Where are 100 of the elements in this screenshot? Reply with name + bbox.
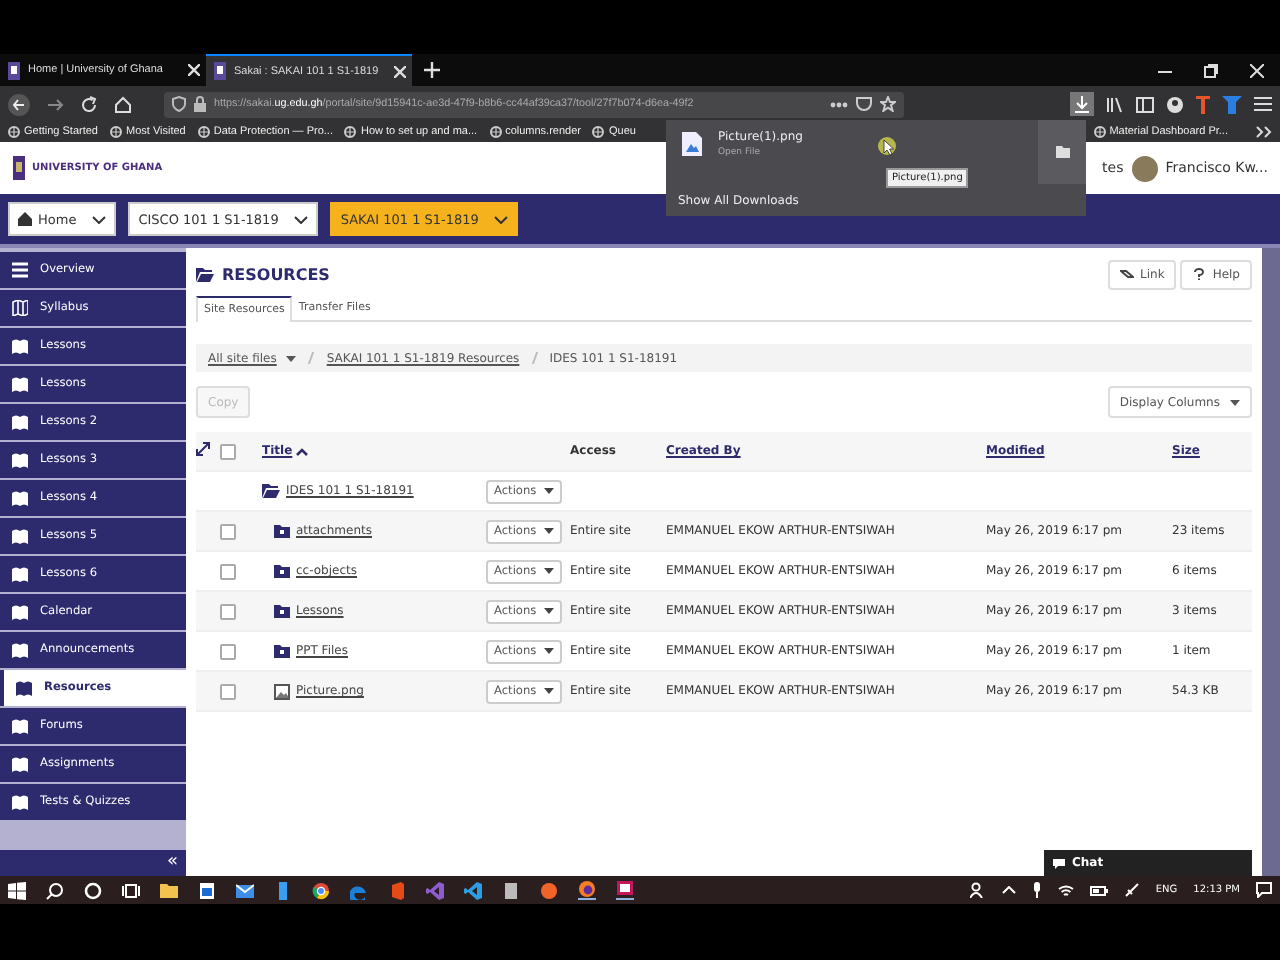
extension-icon[interactable]	[1196, 95, 1210, 113]
reload-icon[interactable]	[80, 95, 98, 113]
home-icon	[18, 212, 32, 226]
favicon-icon	[6, 61, 22, 79]
chevron-icon[interactable]	[1256, 126, 1272, 138]
close-icon[interactable]	[1250, 63, 1264, 77]
pocket-icon[interactable]	[856, 96, 872, 112]
task-view-icon[interactable]	[122, 881, 140, 899]
back-icon[interactable]	[8, 93, 30, 115]
row-checkbox[interactable]	[220, 523, 236, 539]
row-checkbox[interactable]	[220, 563, 236, 579]
folder-icon[interactable]	[160, 881, 178, 899]
more-icon[interactable]	[830, 101, 848, 107]
caret-icon	[544, 568, 555, 574]
wifi-icon[interactable]	[1057, 883, 1074, 897]
firefox-icon[interactable]	[578, 880, 596, 900]
tool-icon	[12, 300, 28, 316]
globe-icon	[8, 126, 20, 138]
tool-icon	[12, 642, 28, 658]
account-icon[interactable]	[1166, 95, 1184, 113]
menu-icon[interactable]	[1254, 96, 1272, 112]
scrollbar[interactable]	[1262, 248, 1280, 876]
ball-icon[interactable]	[540, 881, 558, 899]
caret-icon	[544, 688, 555, 694]
sidebar-icon[interactable]	[1136, 95, 1154, 113]
extension-icon[interactable]	[1222, 95, 1242, 113]
office-icon[interactable]	[388, 881, 406, 899]
globe-icon	[197, 126, 210, 138]
close-icon[interactable]	[188, 64, 200, 76]
forward-icon[interactable]	[46, 95, 64, 113]
chat-icon	[1052, 857, 1066, 869]
caret-icon	[286, 355, 297, 361]
caret-icon	[92, 215, 107, 223]
tool-icon	[12, 414, 28, 430]
image-file-icon	[682, 131, 702, 155]
edge-icon[interactable]	[350, 881, 368, 899]
open-folder-button[interactable]	[1038, 120, 1086, 184]
home-icon[interactable]	[114, 95, 132, 113]
collapse-button[interactable]: «	[0, 850, 186, 876]
tool-icon	[12, 376, 28, 392]
caret-icon	[544, 528, 555, 534]
tool-icon	[16, 680, 32, 696]
lock-icon	[194, 96, 206, 112]
battery-icon[interactable]	[1089, 885, 1108, 895]
caret-icon	[494, 215, 509, 223]
cursor-icon	[878, 136, 896, 158]
notification-icon[interactable]	[1256, 882, 1272, 898]
new-tab-icon[interactable]	[424, 62, 440, 78]
tool-icon	[12, 490, 28, 506]
chevron-up-icon[interactable]	[1001, 886, 1016, 894]
crest-icon	[12, 156, 26, 180]
globe-icon	[344, 126, 357, 138]
folder-icon	[1055, 146, 1069, 158]
chrome-icon[interactable]	[312, 881, 330, 899]
shield-icon	[172, 96, 186, 112]
library-icon[interactable]	[1106, 95, 1124, 113]
presentation-icon[interactable]	[616, 880, 634, 900]
row-checkbox[interactable]	[220, 683, 236, 699]
star-icon[interactable]	[880, 96, 896, 112]
vs-code-icon[interactable]	[464, 881, 482, 899]
favicon-icon	[212, 62, 228, 80]
visual-studio-icon[interactable]	[426, 881, 444, 899]
globe-icon	[592, 126, 605, 138]
folder-icon	[274, 563, 290, 579]
cortana-icon[interactable]	[84, 881, 102, 899]
microphone-icon[interactable]	[1031, 882, 1042, 898]
restore-icon[interactable]	[1204, 63, 1218, 77]
question-icon	[1192, 268, 1207, 280]
row-checkbox[interactable]	[220, 643, 236, 659]
tool-icon	[12, 528, 28, 544]
link-icon	[1120, 268, 1135, 280]
people-icon[interactable]	[969, 882, 986, 898]
globe-icon	[110, 126, 122, 138]
folder-icon	[274, 603, 290, 619]
row-checkbox[interactable]	[220, 603, 236, 619]
tool-icon	[12, 756, 28, 772]
app-icon[interactable]	[198, 881, 216, 899]
select-all-checkbox[interactable]	[220, 443, 236, 459]
app-icon[interactable]	[502, 881, 520, 899]
folder-icon	[274, 643, 290, 659]
app-icon[interactable]	[274, 881, 292, 899]
tool-icon	[12, 604, 28, 620]
close-icon[interactable]	[394, 65, 406, 77]
globe-icon	[1093, 126, 1106, 138]
tool-icon	[12, 452, 28, 468]
folder-open-icon	[196, 267, 214, 281]
sort-up-icon	[296, 447, 309, 455]
tool-icon	[12, 566, 28, 582]
tool-icon	[12, 718, 28, 734]
caret-icon	[1230, 399, 1240, 405]
page-title: RESOURCES	[222, 265, 330, 283]
windows-icon[interactable]	[8, 881, 26, 899]
tool-icon	[12, 262, 28, 278]
caret-icon	[294, 215, 309, 223]
tool-icon	[12, 338, 28, 354]
mail-icon[interactable]	[236, 881, 254, 899]
expand-icon[interactable]	[196, 442, 210, 456]
avatar[interactable]	[1131, 155, 1158, 181]
download-icon[interactable]	[1070, 92, 1094, 116]
search-icon[interactable]	[46, 881, 64, 899]
